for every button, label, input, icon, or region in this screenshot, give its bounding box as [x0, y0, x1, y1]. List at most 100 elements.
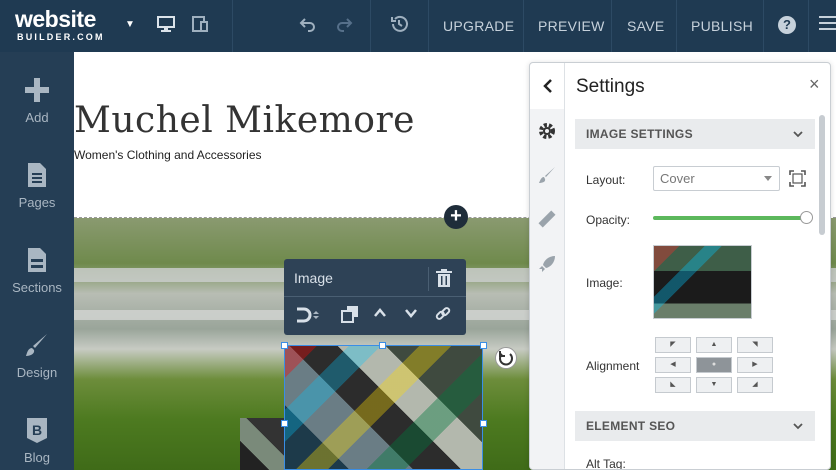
- site-title[interactable]: Muchel Mikemore: [74, 100, 415, 141]
- save-button[interactable]: SAVE: [627, 0, 665, 52]
- toolbar-divider: [763, 0, 764, 52]
- close-icon[interactable]: ×: [809, 75, 823, 93]
- resize-handle[interactable]: [281, 342, 288, 349]
- preview-button[interactable]: PREVIEW: [538, 0, 605, 52]
- settings-panel: Settings × IMAGE SETTINGS Layout: Cover …: [529, 62, 831, 470]
- align-top-right[interactable]: ◥: [737, 337, 773, 353]
- alignment-grid: ◤ ▲ ◥ ◀ ● ▶ ◣ ▼ ◢: [655, 337, 775, 395]
- logo-line2: BUILDER.COM: [17, 32, 105, 42]
- blog-icon: B: [27, 418, 47, 443]
- undo-icon[interactable]: [298, 14, 320, 36]
- sidebar-item-label: Sections: [12, 280, 62, 295]
- sidebar-item-design[interactable]: Design: [0, 331, 74, 401]
- toolbar-divider: [284, 296, 466, 297]
- trash-icon[interactable]: [436, 269, 452, 287]
- chevron-up-icon[interactable]: [372, 305, 392, 325]
- layout-select-value: Cover: [660, 171, 695, 186]
- desktop-icon[interactable]: [156, 14, 178, 36]
- publish-button[interactable]: PUBLISH: [691, 0, 753, 52]
- toolbar-divider: [428, 267, 429, 291]
- image-label: Image:: [586, 276, 623, 290]
- panel-scrollbar[interactable]: [819, 115, 825, 235]
- history-icon[interactable]: [389, 14, 411, 36]
- toolbar-divider: [523, 0, 524, 52]
- section-title: IMAGE SETTINGS: [586, 127, 693, 141]
- align-middle-left[interactable]: ◀: [655, 357, 691, 373]
- layout-label: Layout:: [586, 173, 626, 187]
- selected-image-element[interactable]: [284, 345, 483, 470]
- image-settings-header[interactable]: IMAGE SETTINGS: [575, 119, 815, 149]
- image-thumbnail[interactable]: [653, 245, 752, 319]
- opacity-slider-track[interactable]: [653, 216, 808, 220]
- logo-line1: website: [15, 6, 96, 32]
- layers-icon[interactable]: [341, 305, 361, 325]
- plus-icon: [25, 78, 49, 102]
- resize-handle[interactable]: [379, 342, 386, 349]
- link-icon[interactable]: [434, 305, 454, 325]
- align-bottom-right[interactable]: ◢: [737, 377, 773, 393]
- sidebar-item-sections[interactable]: Sections: [0, 246, 74, 316]
- fullscreen-icon[interactable]: [789, 170, 806, 187]
- add-section-button[interactable]: +: [444, 205, 468, 229]
- left-sidebar: Add Pages Sections Design B Blog: [0, 52, 74, 470]
- sidebar-item-pages[interactable]: Pages: [0, 161, 74, 231]
- chevron-down-icon: [793, 423, 803, 430]
- back-button[interactable]: [530, 63, 565, 109]
- opacity-label: Opacity:: [586, 213, 631, 227]
- svg-text:B: B: [32, 422, 42, 438]
- toolbar-divider: [808, 0, 809, 52]
- sidebar-item-add[interactable]: Add: [0, 76, 74, 146]
- toolbar-divider: [232, 0, 233, 52]
- align-middle-right[interactable]: ▶: [737, 357, 773, 373]
- resize-handle[interactable]: [480, 420, 487, 427]
- align-bottom-left[interactable]: ◣: [655, 377, 691, 393]
- element-seo-header[interactable]: ELEMENT SEO: [575, 411, 815, 441]
- resize-handle[interactable]: [480, 342, 487, 349]
- toolbar-divider: [676, 0, 677, 52]
- gear-icon[interactable]: [537, 121, 557, 141]
- sidebar-item-label: Add: [25, 110, 49, 125]
- resize-handle[interactable]: [281, 420, 288, 427]
- chevron-down-icon[interactable]: [403, 305, 423, 325]
- menu-icon[interactable]: [819, 16, 836, 34]
- image-toolbar-title: Image: [294, 270, 333, 286]
- sidebar-item-label: Blog: [23, 450, 51, 465]
- mobile-tablet-icon[interactable]: [190, 14, 212, 36]
- alignment-label: Alignment: [586, 359, 640, 373]
- redo-icon[interactable]: [334, 14, 356, 36]
- ruler-icon[interactable]: [537, 209, 557, 229]
- section-title: ELEMENT SEO: [586, 419, 676, 433]
- opacity-slider-knob[interactable]: [800, 211, 813, 224]
- magnet-icon[interactable]: [294, 305, 319, 325]
- toolbar-divider: [611, 0, 612, 52]
- logo[interactable]: website BUILDER.COM: [15, 8, 115, 46]
- rocket-icon[interactable]: [537, 254, 557, 274]
- sidebar-item-label: Pages: [18, 195, 56, 210]
- image-element-partial[interactable]: [240, 418, 285, 470]
- layout-select[interactable]: Cover: [653, 166, 780, 191]
- brush-icon[interactable]: [537, 165, 557, 185]
- help-icon[interactable]: ?: [778, 16, 796, 34]
- chevron-left-icon: [543, 79, 552, 93]
- settings-tabs: [530, 109, 565, 469]
- upgrade-button[interactable]: UPGRADE: [443, 0, 514, 52]
- align-center[interactable]: ●: [696, 357, 732, 373]
- toolbar-divider: [370, 0, 371, 52]
- chevron-down-icon[interactable]: ▼: [125, 19, 135, 30]
- site-subtitle[interactable]: Women's Clothing and Accessories: [74, 148, 262, 162]
- align-top-center[interactable]: ▲: [696, 337, 732, 353]
- top-bar: website BUILDER.COM ▼ UPGRADE PREVIEW SA…: [0, 0, 836, 52]
- sidebar-item-label: Design: [16, 365, 58, 380]
- sections-icon: [28, 248, 46, 272]
- align-top-left[interactable]: ◤: [655, 337, 691, 353]
- settings-title: Settings: [576, 76, 645, 97]
- rotate-icon: [499, 351, 513, 366]
- rotate-handle[interactable]: [495, 347, 517, 369]
- chevron-down-icon: [764, 176, 772, 181]
- align-bottom-center[interactable]: ▼: [696, 377, 732, 393]
- image-toolbar: Image: [284, 259, 466, 335]
- chevron-down-icon: [793, 131, 803, 138]
- toolbar-divider: [428, 0, 429, 52]
- sidebar-item-blog[interactable]: B Blog: [0, 416, 74, 470]
- brush-icon: [26, 334, 47, 356]
